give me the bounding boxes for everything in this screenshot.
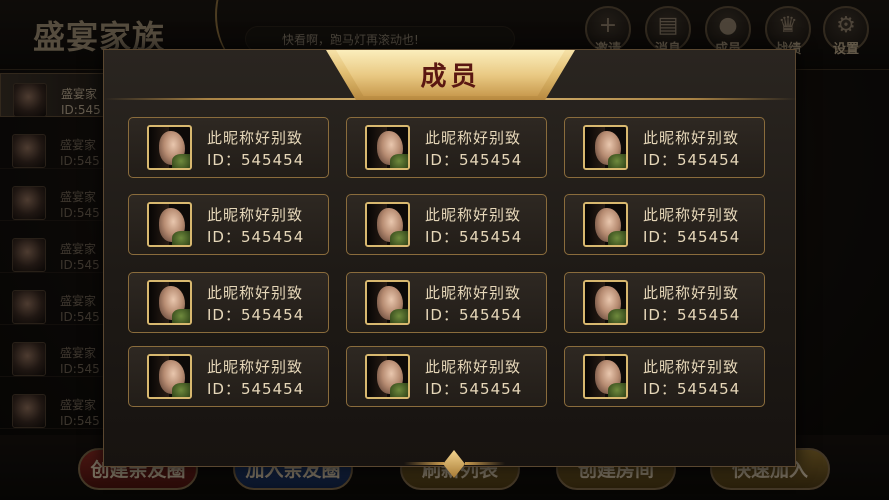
member-id: ID：545454: [643, 306, 741, 324]
member-name: 此昵称好别致: [207, 206, 304, 224]
member-card[interactable]: 此昵称好别致 ID：545454: [128, 194, 329, 255]
member-id: ID：545454: [425, 228, 523, 246]
avatar: [365, 202, 410, 247]
member-id: ID：545454: [643, 380, 741, 398]
member-name: 此昵称好别致: [207, 358, 304, 376]
member-card[interactable]: 此昵称好别致 ID：545454: [564, 117, 765, 178]
member-id: ID：545454: [207, 228, 305, 246]
member-name: 此昵称好别致: [425, 358, 522, 376]
member-id: ID：545454: [643, 151, 741, 169]
members-dialog: 成员 此昵称好别致 ID：545454 此昵称好别致 ID：545454 此昵称…: [103, 49, 797, 478]
member-id: ID：545454: [207, 151, 305, 169]
member-name: 此昵称好别致: [643, 284, 740, 302]
member-id: ID：545454: [207, 306, 305, 324]
avatar: [583, 354, 628, 399]
member-card[interactable]: 此昵称好别致 ID：545454: [564, 346, 765, 407]
member-name: 此昵称好别致: [425, 129, 522, 147]
member-card[interactable]: 此昵称好别致 ID：545454: [128, 117, 329, 178]
member-id: ID：545454: [425, 306, 523, 324]
avatar: [583, 202, 628, 247]
avatar: [147, 125, 192, 170]
ornament-wing-right: [465, 462, 505, 465]
member-card[interactable]: 此昵称好别致 ID：545454: [128, 272, 329, 333]
member-name: 此昵称好别致: [643, 129, 740, 147]
avatar: [147, 202, 192, 247]
avatar: [583, 125, 628, 170]
member-id: ID：545454: [425, 380, 523, 398]
member-id: ID：545454: [207, 380, 305, 398]
avatar: [147, 280, 192, 325]
member-card[interactable]: 此昵称好别致 ID：545454: [346, 346, 547, 407]
member-id: ID：545454: [425, 151, 523, 169]
member-card[interactable]: 此昵称好别致 ID：545454: [346, 194, 547, 255]
member-name: 此昵称好别致: [643, 358, 740, 376]
member-card[interactable]: 此昵称好别致 ID：545454: [564, 194, 765, 255]
member-name: 此昵称好别致: [207, 129, 304, 147]
member-name: 此昵称好别致: [207, 284, 304, 302]
member-name: 此昵称好别致: [643, 206, 740, 224]
ornament-wing-left: [404, 462, 444, 465]
member-card[interactable]: 此昵称好别致 ID：545454: [346, 117, 547, 178]
member-id: ID：545454: [643, 228, 741, 246]
member-name: 此昵称好别致: [425, 284, 522, 302]
avatar: [365, 280, 410, 325]
member-name: 此昵称好别致: [425, 206, 522, 224]
member-card[interactable]: 此昵称好别致 ID：545454: [128, 346, 329, 407]
member-card[interactable]: 此昵称好别致 ID：545454: [564, 272, 765, 333]
avatar: [147, 354, 192, 399]
avatar: [365, 125, 410, 170]
dialog-title: 成员: [420, 62, 481, 92]
avatar: [583, 280, 628, 325]
avatar: [365, 354, 410, 399]
member-card[interactable]: 此昵称好别致 ID：545454: [346, 272, 547, 333]
